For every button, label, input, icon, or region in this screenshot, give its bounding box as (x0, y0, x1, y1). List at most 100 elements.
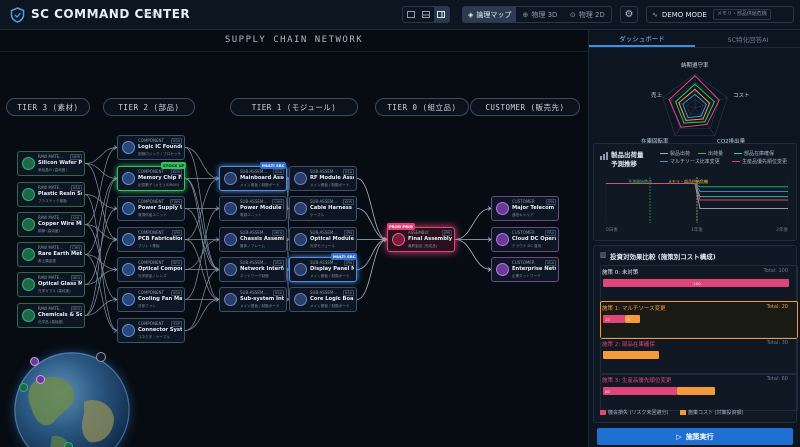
node-subtitle: 制御ロジック / プロセッサ (138, 152, 182, 156)
multi-src-badge: MULTI SRC (331, 253, 358, 260)
node-subtitle: メイン基板 / 制御ボード (310, 304, 350, 308)
network-node[interactable]: ASSEMBLYJPNFinal Assembly ...最終製品 (完成品) (387, 227, 455, 252)
network-node[interactable]: SUB-ASSEM...MEXChassis Assembl...筐体 / フレ… (219, 227, 287, 252)
layout-full-button[interactable] (403, 7, 418, 22)
layout-toggle-group (402, 6, 450, 23)
demo-mode-control[interactable]: ∿ DEMO MODE メモリ・部品供給危機 (646, 6, 794, 23)
view-physical-3d-button[interactable]: ⊕ 物理 3D (516, 7, 563, 22)
node-name: Enterprise Netw... (512, 266, 556, 272)
tab-sc-ai[interactable]: SC特化回答AI (695, 30, 800, 47)
node-subtitle: 単結晶Si (高純度) (38, 168, 67, 172)
node-type-icon (496, 263, 509, 276)
node-type-icon (294, 233, 307, 246)
node-type-icon (22, 218, 35, 231)
tab-dashboard[interactable]: ダッシュボード (589, 30, 695, 47)
network-node[interactable]: SUB-ASSEM...USASub-system Inte...メイン基板 /… (219, 287, 287, 312)
node-type: SUB-ASSEM... (240, 260, 268, 265)
prod-prio-badge: PROD PRIO (387, 223, 415, 230)
node-type-icon (22, 188, 35, 201)
node-subtitle: ケーブル (310, 213, 325, 217)
tier-label-customer: CUSTOMER (販売先) (470, 98, 580, 116)
network-node[interactable]: RAW MATE...CHLCopper Wire Mill...銅線 (高純度… (17, 212, 85, 237)
network-node[interactable]: RAW MATE...DEUOptical Glass Ma...光学ガラス (… (17, 272, 85, 297)
view-logical-map-button[interactable]: ◈ 論理マップ (463, 7, 517, 22)
network-node[interactable]: RAW MATE...DEUChemicals & Sol...化学品 (高純度… (17, 303, 85, 328)
supply-chain-network-canvas[interactable]: SUPPLY CHAIN NETWORK TIER 3 (素材) TIER 2 … (0, 30, 588, 447)
x-tick-label: 0日後 (606, 226, 618, 233)
network-node[interactable]: CUSTOMERJPNMajor Telecom C...通信キャリア (491, 196, 559, 221)
network-node[interactable]: SUB-ASSEM...KORCable Harness In...ケーブル (289, 196, 357, 221)
network-node[interactable]: RAW MATE...USAPlastic Resin Sup...プラスチック… (17, 182, 85, 207)
globe-pin[interactable] (30, 357, 39, 366)
network-node[interactable]: SUB-ASSEM...USAMainboard Asse...メイン基板 / … (219, 166, 287, 191)
node-subtitle: プラスチック樹脂 (38, 199, 67, 203)
legend-item: マルチソース比率変更 (660, 158, 720, 165)
node-type: COMPONENT (138, 290, 164, 295)
node-name: Chemicals & Sol... (38, 312, 82, 318)
node-type: RAW MATE... (38, 215, 64, 220)
network-node[interactable]: SUB-ASSEM...JPNOptical Module ...光学モジュール (289, 227, 357, 252)
legend-item: 出荷量 (698, 150, 723, 157)
annotation: 予測開始時点 (628, 178, 652, 184)
scenario-card: ▥ 投資対効果比較 (施策別コスト構成) 施策 0: 未対策 Total: 100… (593, 245, 798, 423)
settings-button[interactable]: ⚙ (620, 6, 638, 23)
node-type-icon (294, 202, 307, 215)
network-node[interactable]: COMPONENTKORMemory Chip Fa...記憶素子 (メモリ/D… (117, 166, 185, 191)
globe-pin[interactable] (96, 352, 106, 362)
network-node[interactable]: CUSTOMERUSAEnterprise Netw...企業ネットワーク (491, 257, 559, 282)
node-subtitle: クラウド DC 運用 (512, 244, 542, 248)
network-node[interactable]: RAW MATE...CHNRare Earth Metal...希土類金属 (17, 242, 85, 267)
view-mode-group: ◈ 論理マップ ⊕ 物理 3D ⊙ 物理 2D (462, 6, 612, 23)
network-node[interactable]: COMPONENTESPConnector Syste...コネクタ・ケーブル (117, 318, 185, 343)
pulse-icon: ∿ (652, 10, 658, 19)
node-subtitle: 筐体 / フレーム (240, 244, 265, 248)
view-physical-2d-button[interactable]: ⊙ 物理 2D (564, 7, 611, 22)
network-node[interactable]: SUB-ASSEM...USANetwork Interfac...ネットワーク… (219, 257, 287, 282)
demo-scenario-select[interactable]: メモリ・部品供給危機 (712, 9, 771, 20)
network-node[interactable]: SUB-ASSEM...JPNDisplay Panel M...メイン基板 /… (289, 257, 357, 282)
globe-icon: ⊕ (522, 10, 529, 19)
node-subtitle: 通信キャリア (512, 213, 534, 217)
network-node[interactable]: COMPONENTUSALogic IC Foundry...制御ロジック / … (117, 135, 185, 160)
network-node[interactable]: COMPONENTDEUOptical Compon...光学部品 / レンズ (117, 257, 185, 282)
layout-sidebar-button[interactable] (433, 7, 449, 22)
cost-bar-segment: 40 (603, 387, 678, 395)
node-name: Core Logic Boar... (310, 296, 354, 302)
network-node[interactable]: COMPONENTUSACooling Fan Ma...冷却ファン (117, 287, 185, 312)
radar-label: 納期遵守率 (681, 63, 709, 69)
app-header: SC COMMAND CENTER V1.1.2 ◈ 論理マップ ⊕ 物理 3D ⊙… (0, 0, 800, 30)
node-name: Power Module In... (240, 205, 284, 211)
node-type-icon (22, 248, 35, 261)
node-name: Chassis Assembl... (240, 236, 284, 242)
node-subtitle: プリント基板 (138, 244, 160, 248)
network-node[interactable]: RAW MATE...NORSilicon Wafer Pla...単結晶Si … (17, 151, 85, 176)
layout-split-button[interactable] (418, 7, 433, 22)
node-name: Display Panel M... (310, 266, 354, 272)
network-edge (184, 299, 220, 331)
node-name: Cooling Fan Ma... (138, 296, 182, 302)
node-type-icon (122, 263, 135, 276)
scenario-total: Total: 60 (766, 376, 788, 382)
tier-label-3: TIER 3 (素材) (6, 98, 90, 116)
node-name: Silicon Wafer Pla... (38, 160, 82, 166)
legend-item: 部品在庫確保 (734, 150, 774, 157)
network-node[interactable]: COMPONENTTWNPower Supply Un...電源供給ユニット (117, 196, 185, 221)
execute-button[interactable]: ▷ 施策実行 (597, 428, 793, 445)
node-type: SUB-ASSEM... (310, 169, 338, 174)
network-node[interactable]: COMPONENTJPNPCB Fabrication...プリント基板 (117, 227, 185, 252)
node-subtitle: 電源ユニット (240, 213, 262, 217)
cost-bar-segment: 100 (603, 279, 789, 287)
network-node[interactable]: SUB-ASSEM...USARF Module Asse...メイン基板 / … (289, 166, 357, 191)
network-node[interactable]: SUB-ASSEM...USACore Logic Boar...メイン基板 /… (289, 287, 357, 312)
node-name: Network Interfac... (240, 266, 284, 272)
globe-pin[interactable] (36, 375, 45, 384)
demo-mode-label: DEMO MODE (661, 10, 707, 19)
node-type-icon (294, 263, 307, 276)
network-node[interactable]: CUSTOMERFRACloud DC Operat...クラウド DC 運用 (491, 227, 559, 252)
node-type-icon (496, 202, 509, 215)
globe-pin[interactable] (19, 383, 28, 392)
globe-pin[interactable] (64, 442, 73, 447)
stock-up-badge: STOCK UP (161, 162, 187, 169)
network-node[interactable]: SUB-ASSEM...CHNPower Module In...電源ユニット (219, 196, 287, 221)
node-name: Optical Compon... (138, 266, 182, 272)
